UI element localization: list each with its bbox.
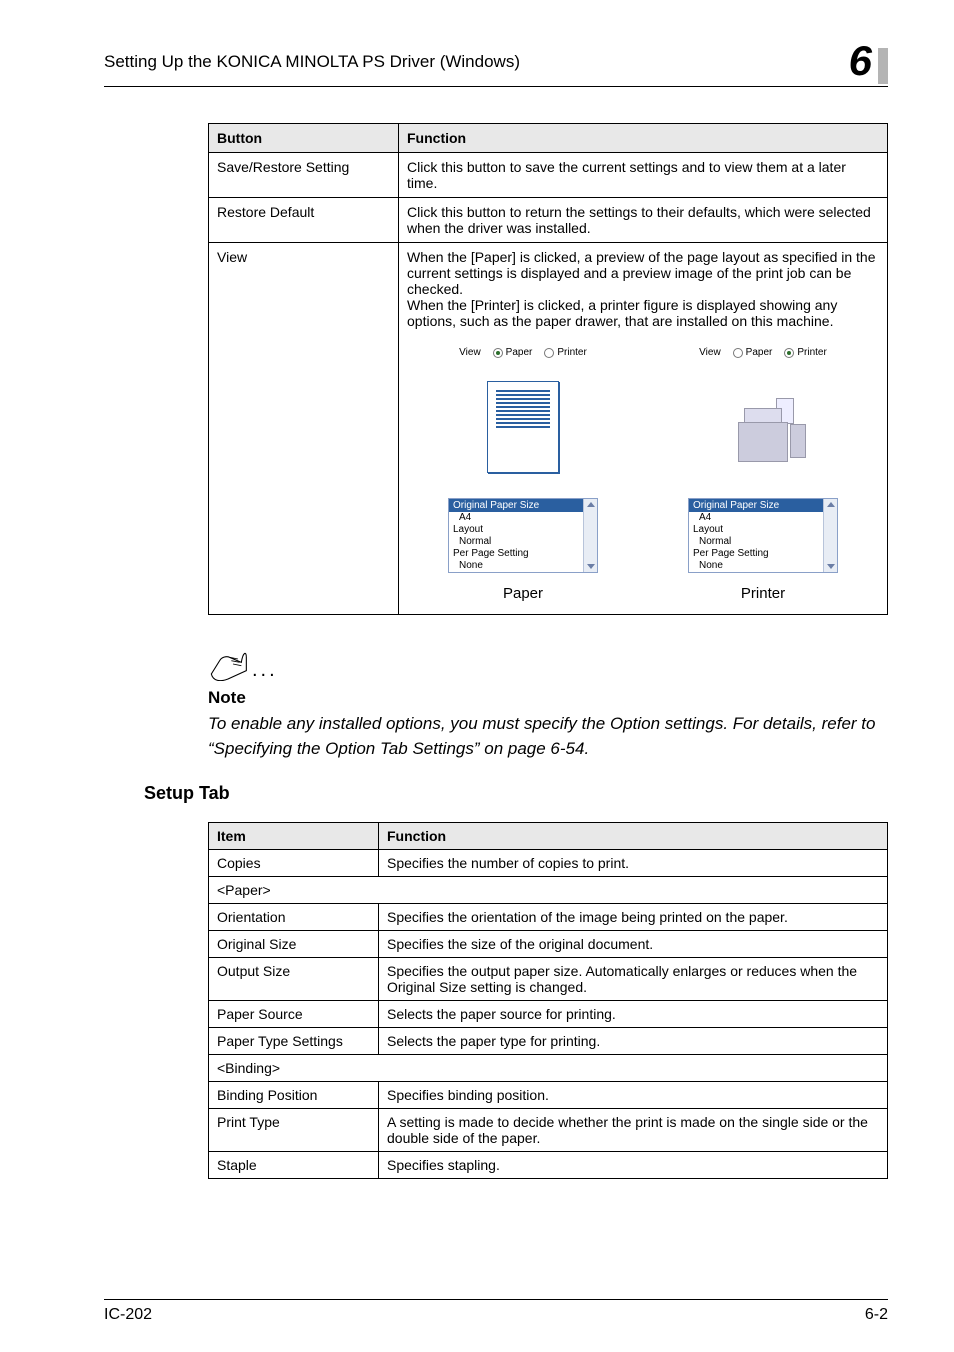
listbox-r2-2: Layout bbox=[689, 524, 837, 536]
radio-printer-unselected: Printer bbox=[544, 347, 586, 358]
listbox-r5-1: None bbox=[449, 560, 597, 572]
t2-fn-8: Specifies binding position. bbox=[379, 1082, 888, 1109]
caption-printer: Printer bbox=[741, 585, 785, 602]
t2-fn-6: Selects the paper type for printing. bbox=[379, 1028, 888, 1055]
listbox-r3-1: Normal bbox=[449, 536, 597, 548]
t1-btn-1: Restore Default bbox=[209, 198, 399, 243]
setup-tab-table: Item Function Copies Specifies the numbe… bbox=[208, 822, 888, 1179]
t2-span-7: <Binding> bbox=[209, 1055, 888, 1082]
note-body: To enable any installed options, you mus… bbox=[208, 712, 888, 761]
button-function-table: Button Function Save/Restore Setting Cli… bbox=[208, 123, 888, 615]
t2-fn-2: Specifies the orientation of the image b… bbox=[379, 904, 888, 931]
t1-head-button: Button bbox=[209, 124, 399, 153]
listbox-printer: Original Paper Size A4 Layout Normal Per… bbox=[688, 498, 838, 573]
t2-item-9: Print Type bbox=[209, 1109, 379, 1152]
t1-head-function: Function bbox=[399, 124, 888, 153]
t2-item-2: Orientation bbox=[209, 904, 379, 931]
t2-head-function: Function bbox=[379, 823, 888, 850]
printer-preview-icon bbox=[708, 372, 818, 482]
t1-fn-1: Click this button to return the settings… bbox=[399, 198, 888, 243]
t2-item-5: Paper Source bbox=[209, 1001, 379, 1028]
section-heading-setup-tab: Setup Tab bbox=[144, 783, 888, 804]
view-label-1: View bbox=[459, 347, 481, 358]
listbox-r5-2: None bbox=[689, 560, 837, 572]
t2-item-8: Binding Position bbox=[209, 1082, 379, 1109]
caption-paper: Paper bbox=[503, 585, 543, 602]
t2-fn-10: Specifies stapling. bbox=[379, 1152, 888, 1179]
t1-fn-2: When the [Paper] is clicked, a preview o… bbox=[407, 249, 879, 329]
note-hand-icon bbox=[208, 647, 248, 686]
t2-fn-9: A setting is made to decide whether the … bbox=[379, 1109, 888, 1152]
t2-head-item: Item bbox=[209, 823, 379, 850]
page-header-title: Setting Up the KONICA MINOLTA PS Driver … bbox=[104, 52, 520, 72]
t2-item-0: Copies bbox=[209, 850, 379, 877]
t1-fn-2-cell: When the [Paper] is clicked, a preview o… bbox=[399, 243, 888, 615]
footer-right: 6-2 bbox=[865, 1306, 888, 1324]
t2-span-1: <Paper> bbox=[209, 877, 888, 904]
chapter-number: 6 bbox=[849, 40, 872, 84]
radio-paper-label: Paper bbox=[506, 347, 533, 358]
t2-item-6: Paper Type Settings bbox=[209, 1028, 379, 1055]
listbox-hl-2: Original Paper Size bbox=[689, 499, 837, 512]
view-preview-printer: View Paper Printer bbox=[678, 347, 848, 602]
listbox-hl-1: Original Paper Size bbox=[449, 499, 597, 512]
t2-fn-5: Selects the paper source for printing. bbox=[379, 1001, 888, 1028]
note-heading: Note bbox=[208, 688, 888, 708]
radio-printer-label-2: Printer bbox=[797, 347, 826, 358]
t2-item-10: Staple bbox=[209, 1152, 379, 1179]
page-preview-icon bbox=[487, 381, 559, 473]
footer-left: IC-202 bbox=[104, 1306, 152, 1324]
view-preview-paper: View Paper Printer Original Paper Size bbox=[438, 347, 608, 602]
radio-printer-label: Printer bbox=[557, 347, 586, 358]
radio-printer-selected: Printer bbox=[784, 347, 826, 358]
t2-fn-0: Specifies the number of copies to print. bbox=[379, 850, 888, 877]
t2-fn-4: Specifies the output paper size. Automat… bbox=[379, 958, 888, 1001]
chapter-tab-decoration bbox=[878, 48, 888, 84]
listbox-r4-1: Per Page Setting bbox=[449, 548, 597, 560]
listbox-r1-2: A4 bbox=[689, 512, 837, 524]
t2-fn-3: Specifies the size of the original docum… bbox=[379, 931, 888, 958]
t2-item-4: Output Size bbox=[209, 958, 379, 1001]
note-block: ... Note To enable any installed options… bbox=[208, 647, 888, 761]
t1-fn-0: Click this button to save the current se… bbox=[399, 153, 888, 198]
t1-btn-0: Save/Restore Setting bbox=[209, 153, 399, 198]
radio-paper-label-2: Paper bbox=[746, 347, 773, 358]
t1-btn-2: View bbox=[209, 243, 399, 615]
listbox-paper: Original Paper Size A4 Layout Normal Per… bbox=[448, 498, 598, 573]
listbox-r3-2: Normal bbox=[689, 536, 837, 548]
page-footer: IC-202 6-2 bbox=[104, 1299, 888, 1324]
t2-item-3: Original Size bbox=[209, 931, 379, 958]
radio-paper-selected: Paper bbox=[493, 347, 533, 358]
listbox-r2-1: Layout bbox=[449, 524, 597, 536]
chapter-marker: 6 bbox=[849, 40, 888, 84]
note-dots-icon: ... bbox=[252, 659, 278, 686]
radio-paper-unselected: Paper bbox=[733, 347, 773, 358]
listbox-r4-2: Per Page Setting bbox=[689, 548, 837, 560]
listbox-r1-1: A4 bbox=[449, 512, 597, 524]
view-label-2: View bbox=[699, 347, 721, 358]
